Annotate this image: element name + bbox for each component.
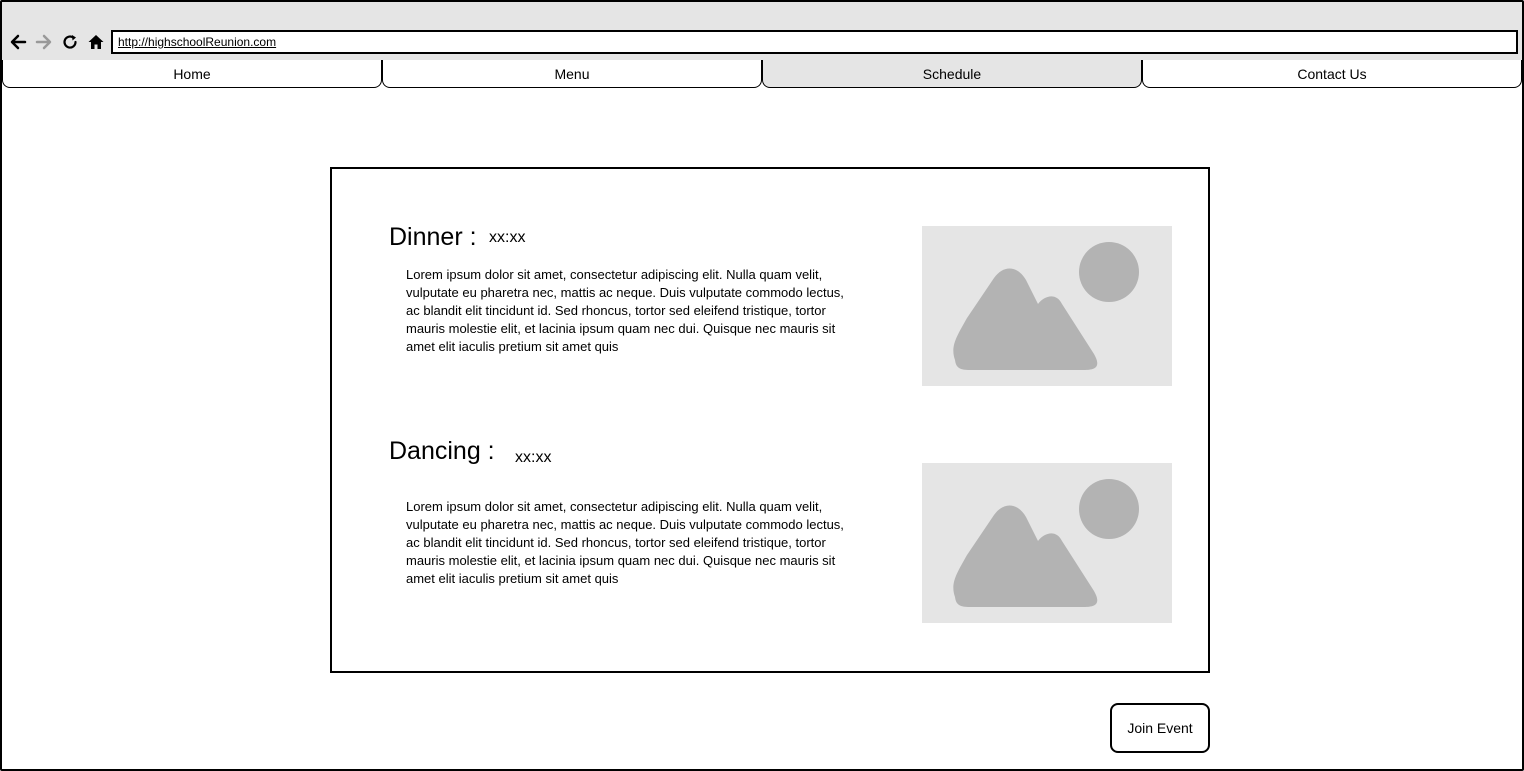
dancing-time: xx:xx (515, 449, 552, 466)
schedule-panel: Dinner : xx:xx Lorem ipsum dolor sit ame… (330, 167, 1210, 673)
image-placeholder-icon (922, 463, 1172, 623)
url-input[interactable]: http://highschoolReunion.com (111, 30, 1518, 54)
join-event-button[interactable]: Join Event (1110, 703, 1210, 753)
tab-schedule[interactable]: Schedule (762, 60, 1142, 88)
browser-toolbar: http://highschoolReunion.com (2, 2, 1522, 61)
image-placeholder-icon (922, 226, 1172, 386)
dinner-time: xx:xx (489, 229, 526, 246)
dinner-title: Dinner : (389, 223, 477, 251)
dancing-title: Dancing : (389, 437, 495, 465)
reload-icon[interactable] (59, 31, 81, 53)
site-navigation: Home Menu Schedule Contact Us (2, 60, 1522, 90)
tab-menu[interactable]: Menu (382, 60, 762, 88)
tab-home[interactable]: Home (2, 60, 382, 88)
home-icon[interactable] (85, 31, 107, 53)
tab-contact-us[interactable]: Contact Us (1142, 60, 1522, 88)
browser-window: http://highschoolReunion.com Home Menu S… (0, 0, 1524, 771)
back-arrow-icon[interactable] (7, 31, 29, 53)
forward-arrow-icon[interactable] (33, 31, 55, 53)
url-text: http://highschoolReunion.com (118, 35, 277, 49)
dinner-description: Lorem ipsum dolor sit amet, consectetur … (406, 267, 844, 354)
dancing-description: Lorem ipsum dolor sit amet, consectetur … (406, 499, 844, 586)
